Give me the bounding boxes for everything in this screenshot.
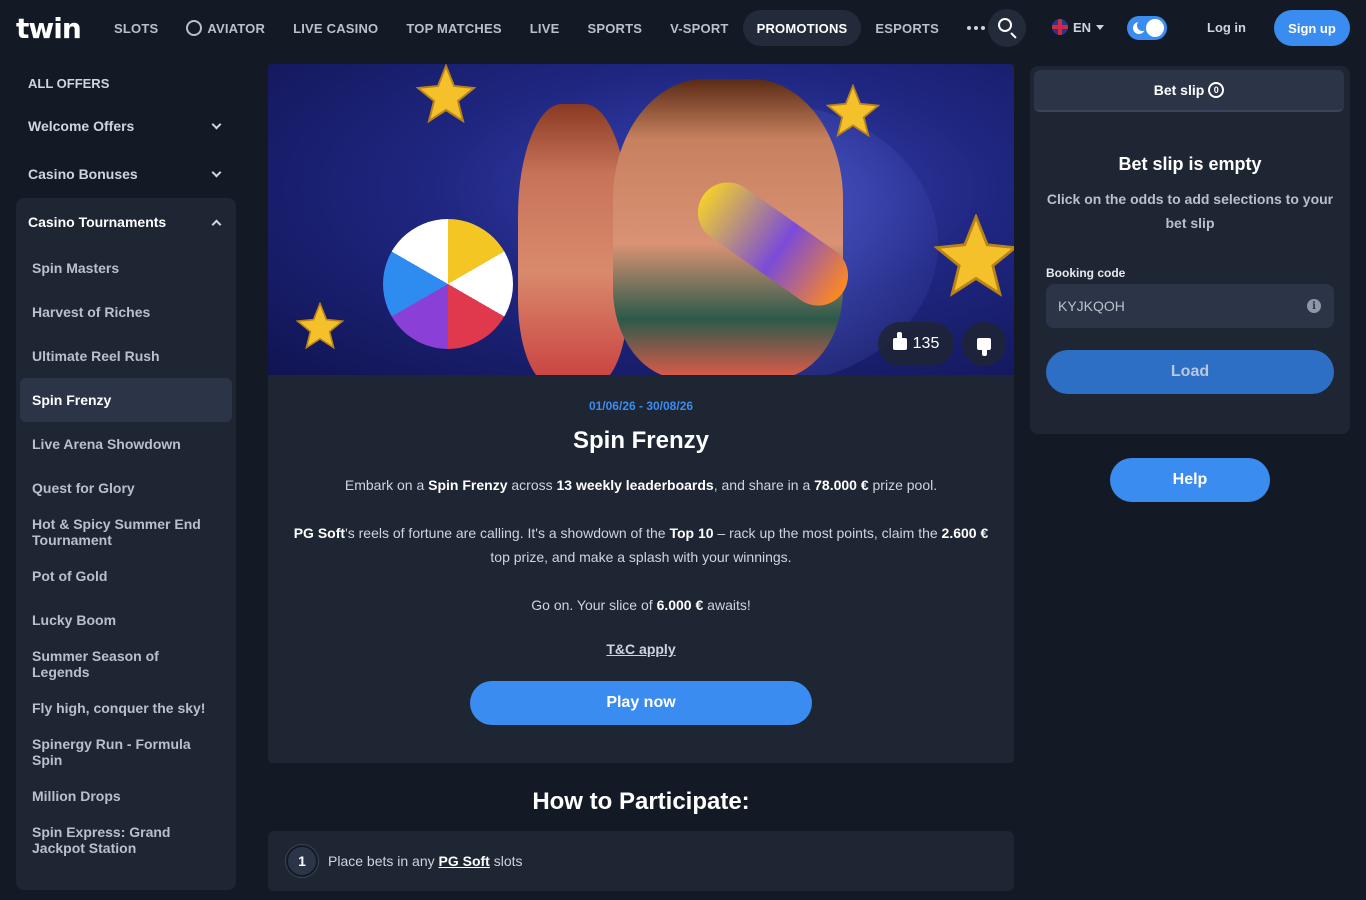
group-label: Casino Bonuses	[28, 166, 138, 182]
aviator-icon	[186, 20, 203, 36]
terms-link[interactable]: T&C apply	[268, 641, 1014, 657]
play-now-button[interactable]: Play now	[470, 681, 812, 725]
booking-code-value: KYJKQOH	[1058, 298, 1125, 314]
star-icon	[296, 302, 344, 350]
sidebar-item-quest-for-glory[interactable]: Quest for Glory	[20, 466, 232, 510]
chevron-up-icon	[211, 219, 222, 229]
how-to-title: How to Participate:	[532, 788, 750, 815]
nav-top-matches[interactable]: TOP MATCHES	[392, 10, 515, 46]
bet-slip-tab[interactable]: Bet slip 0	[1034, 70, 1344, 112]
star-icon	[416, 64, 476, 124]
nav-v-sport[interactable]: V-SPORT	[656, 10, 742, 46]
load-button[interactable]: Load	[1046, 350, 1334, 394]
uk-flag-icon	[1052, 19, 1068, 35]
search-button[interactable]	[988, 9, 1026, 47]
login-button[interactable]: Log in	[1207, 20, 1246, 35]
woman-figure	[518, 104, 628, 375]
search-icon	[998, 18, 1012, 32]
main-nav: SLOTS AVIATOR LIVE CASINO TOP MATCHES LI…	[100, 10, 999, 46]
bet-slip-empty-title: Bet slip is empty	[1118, 154, 1262, 174]
sidebar-item-fly-high[interactable]: Fly high, conquer the sky!	[20, 686, 232, 730]
bet-slip-empty-hint: Click on the odds to add selections to y…	[1046, 191, 1334, 231]
star-icon	[826, 84, 880, 138]
sidebar-item-lucky-boom[interactable]: Lucky Boom	[20, 598, 232, 642]
group-casino-tournaments[interactable]: Casino Tournaments	[16, 198, 236, 246]
sidebar-item-pot-of-gold[interactable]: Pot of Gold	[20, 554, 232, 598]
group-casino-tournaments-panel: Casino Tournaments Spin Masters Harvest …	[16, 198, 236, 890]
step-text: Place bets in any PG Soft slots	[328, 853, 523, 869]
promo-title: Spin Frenzy	[572, 427, 710, 454]
thumbs-down-icon	[977, 338, 991, 350]
promo-card: 135 01/06/26 - 30/08/26 Spin Frenzy Emba…	[268, 64, 1014, 763]
sidebar-item-spin-express[interactable]: Spin Express: Grand Jackpot Station	[20, 818, 232, 862]
language-selector[interactable]: EN	[1052, 19, 1105, 35]
dislike-button[interactable]	[962, 322, 1006, 366]
bet-slip-label: Bet slip	[1153, 82, 1205, 98]
chevron-down-icon	[1096, 24, 1105, 30]
group-label: Casino Tournaments	[28, 214, 167, 230]
group-welcome-offers[interactable]: Welcome Offers	[16, 102, 236, 150]
theme-toggle[interactable]	[1127, 16, 1167, 40]
booking-code-label: Booking code	[1046, 266, 1126, 280]
promo-description-2: PG Soft's reels of fortune are calling. …	[293, 525, 989, 565]
pg-soft-link[interactable]: PG Soft	[439, 853, 490, 869]
participation-step: 1 Place bets in any PG Soft slots	[268, 831, 1014, 891]
toggle-knob	[1146, 19, 1164, 37]
sidebar-item-spinergy-run[interactable]: Spinergy Run - Formula Spin	[20, 730, 232, 774]
promo-description-3: Go on. Your slice of 6.000 € awaits!	[531, 597, 751, 613]
language-label: EN	[1073, 19, 1092, 35]
promo-banner-image: 135	[268, 64, 1014, 375]
chevron-down-icon	[211, 119, 222, 129]
signup-button[interactable]: Sign up	[1274, 10, 1350, 46]
sidebar-item-hot-spicy-summer-end[interactable]: Hot & Spicy Summer End Tournament	[20, 510, 232, 554]
moon-icon	[1133, 20, 1148, 34]
sidebar-item-live-arena-showdown[interactable]: Live Arena Showdown	[20, 422, 232, 466]
sidebar-item-million-drops[interactable]: Million Drops	[20, 774, 232, 818]
sidebar-item-summer-season-of-legends[interactable]: Summer Season of Legends	[20, 642, 232, 686]
promo-description-1: Embark on a Spin Frenzy across 13 weekly…	[344, 477, 938, 493]
group-casino-bonuses[interactable]: Casino Bonuses	[16, 150, 236, 198]
bet-count-badge: 0	[1208, 82, 1225, 98]
sidebar-item-spin-masters[interactable]: Spin Masters	[20, 246, 232, 290]
help-button[interactable]: Help	[1110, 458, 1270, 502]
step-number: 1	[286, 845, 318, 877]
chevron-down-icon	[211, 167, 222, 177]
logo[interactable]: twin	[16, 12, 82, 45]
like-count: 135	[912, 335, 940, 352]
nav-live[interactable]: LIVE	[516, 10, 574, 46]
info-icon[interactable]: i	[1307, 299, 1321, 313]
beach-ball	[383, 219, 513, 349]
sidebar-item-ultimate-reel-rush[interactable]: Ultimate Reel Rush	[20, 334, 232, 378]
all-offers-link[interactable]: ALL OFFERS	[16, 64, 236, 102]
promo-details: 01/06/26 - 30/08/26 Spin Frenzy Embark o…	[268, 375, 1014, 725]
promo-main: 135 01/06/26 - 30/08/26 Spin Frenzy Emba…	[268, 64, 1014, 816]
booking-code-field[interactable]: KYJKQOH i	[1046, 284, 1334, 328]
more-dots-icon	[966, 26, 985, 30]
star-icon	[934, 214, 1014, 297]
nav-esports[interactable]: ESPORTS	[861, 10, 953, 46]
nav-promotions[interactable]: PROMOTIONS	[742, 10, 862, 46]
top-bar: twin SLOTS AVIATOR LIVE CASINO TOP MATCH…	[0, 0, 1366, 56]
promo-dates: 01/06/26 - 30/08/26	[588, 399, 694, 413]
sidebar-item-harvest-of-riches[interactable]: Harvest of Riches	[20, 290, 232, 334]
sidebar-item-spin-frenzy[interactable]: Spin Frenzy	[20, 378, 232, 422]
group-label: Welcome Offers	[28, 118, 135, 134]
nav-sports[interactable]: SPORTS	[573, 10, 656, 46]
like-button[interactable]: 135	[878, 322, 954, 366]
nav-live-casino[interactable]: LIVE CASINO	[279, 10, 392, 46]
nav-slots[interactable]: SLOTS	[100, 10, 172, 46]
bet-slip-panel: Bet slip 0 Bet slip is empty Click on th…	[1030, 66, 1350, 434]
offers-sidebar: ALL OFFERS Welcome Offers Casino Bonuses…	[16, 64, 236, 890]
nav-aviator[interactable]: AVIATOR	[172, 10, 279, 46]
thumbs-up-icon	[892, 332, 907, 350]
nav-aviator-label: AVIATOR	[207, 20, 266, 36]
